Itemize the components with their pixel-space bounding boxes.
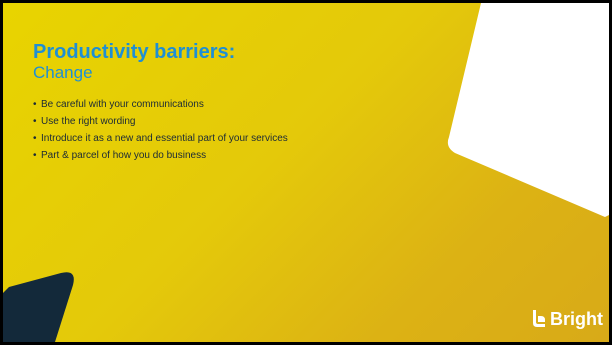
dark-corner-shape <box>3 272 74 342</box>
bullet-text: Be careful with your communications <box>41 99 204 110</box>
title-block: Productivity barriers: Change <box>33 41 413 83</box>
bullet-marker: • <box>33 99 37 110</box>
bullet-item: • Be careful with your communications <box>33 99 363 110</box>
bullet-item: • Use the right wording <box>33 116 363 127</box>
bright-logo: Bright <box>532 309 603 329</box>
bullet-marker: • <box>33 133 37 144</box>
bullet-marker: • <box>33 116 37 127</box>
bullet-marker: • <box>33 150 37 161</box>
slide-title: Productivity barriers: <box>33 41 236 63</box>
bullet-item: • Introduce it as a new and essential pa… <box>33 133 363 144</box>
bullet-item: • Part & parcel of how you do business <box>33 150 363 161</box>
bright-logo-icon <box>533 310 545 327</box>
slide-subtitle: Change <box>33 63 93 82</box>
bullet-text: Part & parcel of how you do business <box>41 150 207 161</box>
bullet-text: Use the right wording <box>41 116 136 127</box>
slide-frame: Productivity barriers: Change • Be caref… <box>0 0 612 345</box>
logo-wordmark: Bright <box>550 309 603 329</box>
white-card-shape <box>447 3 609 217</box>
slide: Productivity barriers: Change • Be caref… <box>3 3 609 342</box>
bullet-list: • Be careful with your communications • … <box>33 99 363 167</box>
bullet-text: Introduce it as a new and essential part… <box>41 133 288 144</box>
